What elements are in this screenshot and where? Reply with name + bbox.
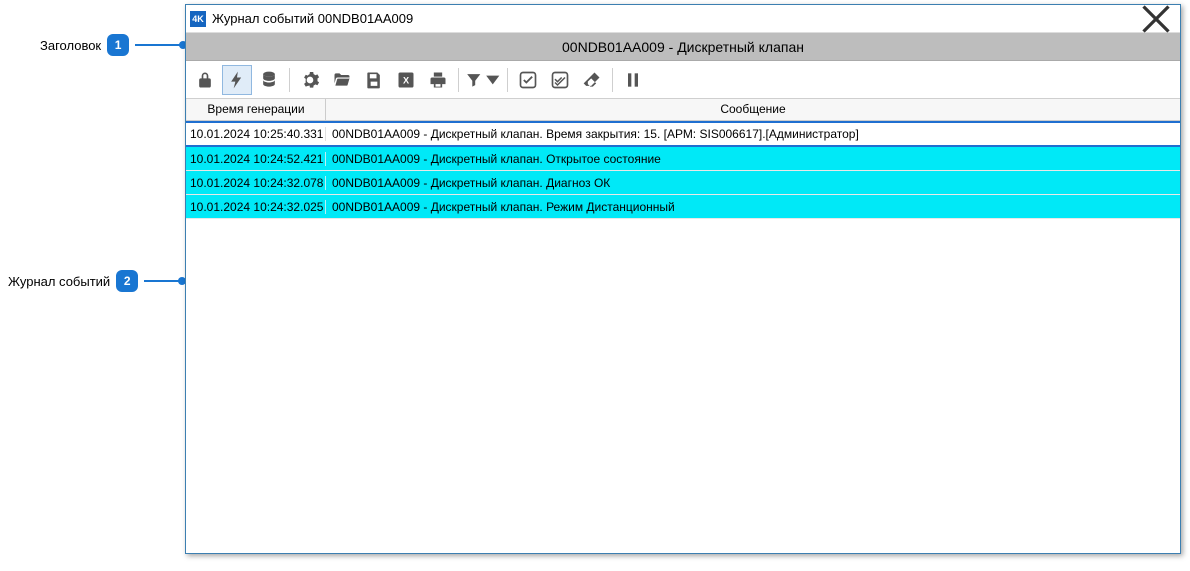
cell-message: 00NDB01AA009 - Дискретный клапан. Режим … xyxy=(326,200,1180,214)
cell-message: 00NDB01AA009 - Дискретный клапан. Диагно… xyxy=(326,176,1180,190)
toolbar-separator xyxy=(458,68,459,92)
chevron-down-icon xyxy=(484,70,502,90)
table-row[interactable]: 10.01.2024 10:24:32.025 00NDB01AA009 - Д… xyxy=(186,195,1180,219)
callout-2-label: Журнал событий xyxy=(8,274,110,289)
toolbar: X xyxy=(186,61,1180,99)
settings-button[interactable] xyxy=(295,65,325,95)
bolt-button[interactable] xyxy=(222,65,252,95)
callout-2: Журнал событий 2 xyxy=(8,270,182,292)
window-title: Журнал событий 00NDB01AA009 xyxy=(212,11,1136,26)
callout-2-line xyxy=(144,280,182,282)
check-single-icon xyxy=(518,70,538,90)
callout-2-badge: 2 xyxy=(116,270,138,292)
filter-icon xyxy=(465,70,483,90)
callout-1: Заголовок 1 xyxy=(40,34,183,56)
filter-button[interactable] xyxy=(464,65,502,95)
table-row[interactable]: 10.01.2024 10:24:32.078 00NDB01AA009 - Д… xyxy=(186,171,1180,195)
table-row[interactable]: 10.01.2024 10:24:52.421 00NDB01AA009 - Д… xyxy=(186,147,1180,171)
subtitle-text: 00NDB01AA009 - Дискретный клапан xyxy=(562,39,804,55)
grid-header: Время генерации Сообщение xyxy=(186,99,1180,121)
save-button[interactable] xyxy=(359,65,389,95)
column-header-message[interactable]: Сообщение xyxy=(326,99,1180,120)
event-log-window: 4K Журнал событий 00NDB01AA009 00NDB01AA… xyxy=(185,4,1181,554)
titlebar: 4K Журнал событий 00NDB01AA009 xyxy=(186,5,1180,33)
database-icon xyxy=(259,70,279,90)
cell-message: 00NDB01AA009 - Дискретный клапан. Открыт… xyxy=(326,152,1180,166)
callout-1-label: Заголовок xyxy=(40,38,101,53)
folder-open-icon xyxy=(332,70,352,90)
toolbar-separator xyxy=(507,68,508,92)
save-icon xyxy=(364,70,384,90)
export-excel-button[interactable]: X xyxy=(391,65,421,95)
database-button[interactable] xyxy=(254,65,284,95)
bolt-icon xyxy=(227,70,247,90)
svg-text:X: X xyxy=(403,75,410,85)
cell-time: 10.01.2024 10:24:32.025 xyxy=(186,200,326,214)
callout-1-badge: 1 xyxy=(107,34,129,56)
subtitle-bar: 00NDB01AA009 - Дискретный клапан xyxy=(186,33,1180,61)
lock-button[interactable] xyxy=(190,65,220,95)
eraser-icon xyxy=(582,70,602,90)
open-button[interactable] xyxy=(327,65,357,95)
cell-message: 00NDB01AA009 - Дискретный клапан. Время … xyxy=(326,127,1180,141)
toolbar-separator xyxy=(612,68,613,92)
excel-icon: X xyxy=(396,70,416,90)
app-icon: 4K xyxy=(190,11,206,27)
column-header-time[interactable]: Время генерации xyxy=(186,99,326,120)
callout-1-line xyxy=(135,44,183,46)
cell-time: 10.01.2024 10:24:52.421 xyxy=(186,152,326,166)
grid-body[interactable]: 10.01.2024 10:25:40.331 00NDB01AA009 - Д… xyxy=(186,121,1180,553)
pause-button[interactable] xyxy=(618,65,648,95)
lock-icon xyxy=(195,70,215,90)
pause-icon xyxy=(623,70,643,90)
print-icon xyxy=(428,70,448,90)
gear-icon xyxy=(300,70,320,90)
table-row[interactable]: 10.01.2024 10:25:40.331 00NDB01AA009 - Д… xyxy=(186,121,1180,147)
ack-all-button[interactable] xyxy=(545,65,575,95)
ack-single-button[interactable] xyxy=(513,65,543,95)
print-button[interactable] xyxy=(423,65,453,95)
toolbar-separator xyxy=(289,68,290,92)
cell-time: 10.01.2024 10:25:40.331 xyxy=(186,127,326,141)
clear-button[interactable] xyxy=(577,65,607,95)
check-all-icon xyxy=(550,70,570,90)
close-button[interactable] xyxy=(1136,6,1176,32)
cell-time: 10.01.2024 10:24:32.078 xyxy=(186,176,326,190)
